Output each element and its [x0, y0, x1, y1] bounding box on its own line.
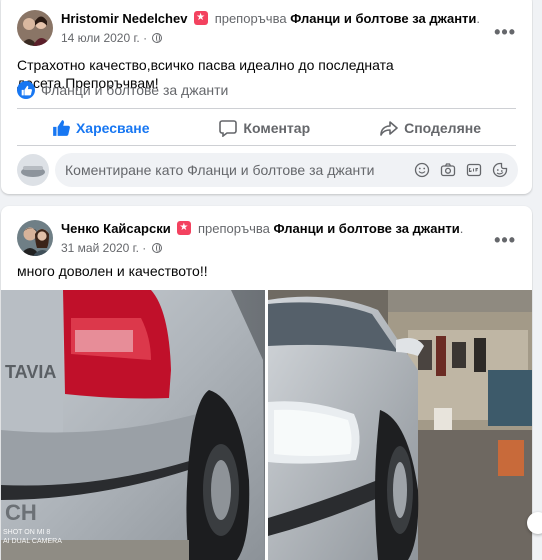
- post-text: много доволен и качеството!!: [17, 263, 208, 279]
- thumbs-up-icon: [17, 81, 35, 99]
- author-avatar[interactable]: [17, 10, 53, 46]
- comment-button[interactable]: Коментар: [219, 119, 310, 137]
- share-button[interactable]: Споделяне: [380, 119, 481, 137]
- action-bar: Харесване Коментар Споделяне: [17, 111, 516, 145]
- comment-placeholder: Коментиране като Фланци и болтове за джа…: [65, 162, 375, 178]
- separator-dot: ·: [143, 31, 148, 45]
- share-icon: [380, 119, 398, 137]
- gif-icon[interactable]: [466, 162, 482, 178]
- share-label: Споделяне: [404, 120, 481, 136]
- post-card-2: Ченко Кайсарски препоръчва Фланци и болт…: [1, 206, 532, 560]
- recommend-verb: препоръчва: [197, 221, 270, 236]
- chat-bubble[interactable]: [527, 512, 542, 534]
- photo-car-garage[interactable]: [268, 290, 532, 560]
- svg-text:TAVIA: TAVIA: [5, 362, 56, 382]
- emoji-icon[interactable]: [414, 162, 430, 178]
- globe-icon: [152, 33, 163, 43]
- comment-label: Коментар: [243, 120, 311, 136]
- page-link[interactable]: Фланци и болтове за джанти: [290, 11, 476, 26]
- comment-icon: [219, 119, 238, 137]
- camera-watermark: SHOT ON MI 8 AI DUAL CAMERA: [3, 529, 62, 545]
- more-options-icon[interactable]: •••: [494, 22, 516, 43]
- post-card-1: Hristomir Nedelchev препоръчва Фланци и …: [1, 0, 532, 194]
- sticker-icon[interactable]: [492, 162, 508, 178]
- author-avatar[interactable]: [17, 220, 53, 256]
- divider: [17, 145, 516, 146]
- post-header: Ченко Кайсарски препоръчва Фланци и болт…: [17, 220, 463, 256]
- svg-text:CH: CH: [5, 500, 37, 525]
- more-options-icon[interactable]: •••: [494, 230, 516, 251]
- photo-car-rear[interactable]: TAVIA CH SHOT ON MI 8 AI DUAL CAMERA: [1, 290, 265, 560]
- thumbs-up-icon: [52, 119, 70, 137]
- divider: [17, 108, 516, 109]
- scroll-gutter: [533, 0, 542, 560]
- page-link[interactable]: Фланци и болтове за джанти: [273, 221, 459, 236]
- globe-icon: [151, 243, 162, 253]
- like-label: Харесване: [75, 120, 150, 136]
- comment-input[interactable]: Коментиране като Фланци и болтове за джа…: [55, 153, 518, 187]
- tagged-page-label: Фланци и болтове за джанти: [41, 82, 229, 98]
- separator-dot: ·: [142, 241, 147, 255]
- recommend-badge-icon: [194, 11, 209, 25]
- author-name[interactable]: Hristomir Nedelchev: [61, 11, 187, 26]
- photo-grid: TAVIA CH SHOT ON MI 8 AI DUAL CAMERA: [1, 290, 532, 560]
- post-date[interactable]: 31 май 2020 г.: [61, 241, 139, 255]
- post-date[interactable]: 14 юли 2020 г.: [61, 31, 140, 45]
- post-header: Hristomir Nedelchev препоръчва Фланци и …: [17, 10, 480, 46]
- comment-composer: Коментиране като Фланци и болтове за джа…: [17, 153, 518, 187]
- like-button[interactable]: Харесване: [52, 119, 150, 137]
- recommend-badge-icon: [177, 221, 192, 235]
- author-name[interactable]: Ченко Кайсарски: [61, 221, 171, 236]
- recommend-verb: препоръчва: [214, 11, 287, 26]
- page-avatar[interactable]: [17, 154, 49, 186]
- tagged-page[interactable]: Фланци и болтове за джанти: [17, 81, 228, 99]
- camera-icon[interactable]: [440, 162, 456, 178]
